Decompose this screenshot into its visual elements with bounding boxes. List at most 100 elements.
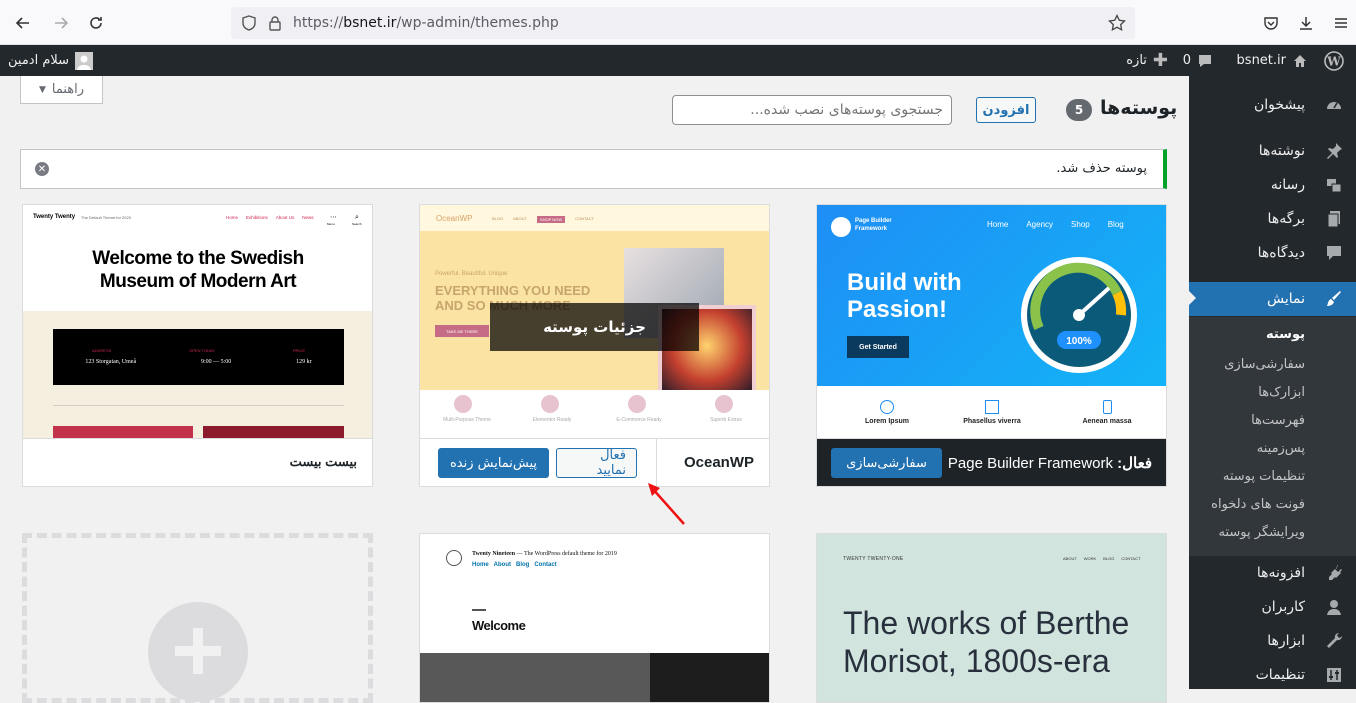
pages-icon [1324,209,1344,229]
comments-link[interactable]: 0 [1183,45,1213,76]
tools-icon [1324,631,1344,651]
theme-screenshot: OceanWP BLOG ABOUT SHOP NOW CONTACT Powe… [420,205,769,438]
comment-bubble-icon [1199,54,1211,67]
address-bar[interactable]: https://bsnet.ir/wp-admin/themes.php [231,7,1135,39]
menu-users[interactable]: کاربران [1189,590,1356,624]
forward-icon[interactable] [48,10,74,36]
ocean-tagline: Powerful. Beautiful. Unique [435,271,508,277]
wordpress-logo-icon [446,550,462,566]
theme-search-input[interactable] [672,95,952,125]
t19-nav-item: Blog [516,562,530,568]
lock-icon[interactable] [265,13,285,33]
add-new-theme-card[interactable] [22,533,373,703]
my-account-link[interactable]: سلام ادمین [8,45,94,76]
browser-toolbar: https://bsnet.ir/wp-admin/themes.php [0,0,1356,45]
ocean-nav-item: BLOG [492,216,504,221]
t21-nav-item: WORK [1083,556,1097,561]
hamburger-menu-icon[interactable] [1328,10,1354,36]
tt-menu-icon: ⋯ [330,213,337,221]
menu-pages[interactable]: برگه‌ها [1189,202,1356,236]
theme-details-overlay[interactable]: جزئیات پوسته [490,303,699,351]
submenu-themes[interactable]: پوسته [1266,327,1305,342]
menu-media[interactable]: رسانه [1189,168,1356,202]
comments-count: 0 [1182,53,1191,68]
pbf-cta-button: Get Started [847,336,909,358]
site-name: bsnet.ir [1236,53,1286,68]
ocean-feature-label: E-Commerce Ready [616,417,662,423]
activate-button[interactable]: فعال نمایید [556,448,637,478]
success-notice: پوسته حذف شد. ✕ [20,149,1167,189]
media-icon [1324,175,1344,195]
url-text: https://bsnet.ir/wp-admin/themes.php [293,15,559,31]
active-prefix: فعال: [1117,455,1152,472]
tt-nav-item: Home [226,215,239,220]
theme-card-twentynineteen[interactable]: Twenty Nineteen — The WordPress default … [419,533,770,703]
ocean-features: Multi-Purpose Theme Elementor Ready E-Co… [420,390,769,438]
help-tab-button[interactable]: راهنما ▼ [20,76,103,104]
annotation-arrow-icon [648,483,685,525]
menu-label: برگه‌ها [1267,211,1305,227]
theme-card-twentytwenty[interactable]: Twenty Twenty The Default Theme for 2020… [22,204,373,487]
pbf-headline: Build with Passion! [847,269,962,323]
submenu-menus[interactable]: فهرست‌ها [1251,413,1305,428]
menu-appearance[interactable]: نمایش [1189,282,1356,316]
menu-settings[interactable]: تنظیمات [1189,658,1356,692]
submenu-widgets[interactable]: ابزارک‌ها [1258,385,1305,400]
customize-button[interactable]: سفارشی‌سازی [831,448,942,478]
submenu-custom-fonts[interactable]: فونت های دلخواه [1211,497,1305,512]
t21-brand: TWENTY TWENTY-ONE [843,556,904,562]
submenu-theme-editor[interactable]: ویرایشگر پوسته [1219,525,1306,540]
back-icon[interactable] [10,10,36,36]
pbf-feature: Lorem Ipsum [857,400,917,425]
users-icon [1324,597,1344,617]
bookmark-star-icon[interactable] [1107,13,1127,33]
current-menu-arrow [1188,290,1196,306]
menu-posts[interactable]: نوشته‌ها [1189,134,1356,168]
t19-nav-item: Contact [534,562,557,568]
theme-name: بیست بیست [289,454,357,469]
submenu-customize[interactable]: سفارشی‌سازی [1224,357,1305,372]
t19-nav-item: About [493,562,511,568]
theme-screenshot: Twenty Nineteen — The WordPress default … [420,534,769,702]
submenu-theme-settings[interactable]: تنظیمات پوسته [1223,469,1305,484]
pocket-icon[interactable] [1258,10,1284,36]
feature-label: Aenean massa [1082,418,1132,425]
pbf-nav-item: Home [987,220,1009,229]
tt-menu-label: Menu [327,222,335,226]
menu-label: نمایش [1266,291,1305,307]
submenu-background[interactable]: پس‌زمینه [1257,441,1305,456]
new-content-link[interactable]: ✚ تازه [1126,45,1168,76]
gauge-label: 100% [1066,336,1092,347]
dismiss-icon[interactable]: ✕ [35,162,49,176]
ocean-nav-item: CONTACT [575,216,595,221]
t21-nav-item: ABOUT [1063,556,1077,561]
theme-card-oceanwp[interactable]: OceanWP BLOG ABOUT SHOP NOW CONTACT Powe… [419,204,770,487]
menu-dashboard[interactable]: پیشخوان [1189,88,1356,122]
theme-name: فعال: Page Builder Framework [948,454,1152,472]
tt-info-label: OPEN TODAY [189,348,215,353]
ocean-feature-icon [454,395,472,413]
theme-card-active[interactable]: Page Builder Framework Home Agency Shop … [816,204,1167,487]
shield-icon[interactable] [239,13,259,33]
live-preview-button[interactable]: پیش‌نمایش زنده [438,448,549,478]
wp-admin-bar: W bsnet.ir 0 ✚ تازه سلام ادمین [0,45,1356,76]
menu-tools[interactable]: ابزارها [1189,624,1356,658]
menu-comments[interactable]: دیدگاه‌ها [1189,236,1356,270]
home-icon [1294,54,1306,67]
theme-card-twentytwentyone[interactable]: TWENTY TWENTY-ONE ABOUT WORK BLOG CONTAC… [816,533,1167,703]
wordpress-logo-icon[interactable]: W [1324,45,1344,76]
pbf-headline-line: Build with [847,269,962,296]
feature-label: Lorem Ipsum [865,418,909,425]
reload-icon[interactable] [83,10,109,36]
ocean-feature-label: Elementor Ready [532,417,572,423]
site-name-link[interactable]: bsnet.ir [1237,45,1308,76]
avatar [75,51,94,70]
pbf-features: Lorem Ipsum Phasellus viverra Aenean mas… [817,386,1166,438]
menu-plugins[interactable]: افزونه‌ها [1189,556,1356,590]
svg-text:W: W [1326,54,1341,68]
pbf-headline-line: Passion! [847,296,948,323]
notice-text: پوسته حذف شد. [1056,161,1147,176]
downloads-icon[interactable] [1293,10,1319,36]
add-theme-button[interactable]: افزودن [976,97,1036,123]
menu-label: ابزارها [1267,633,1305,649]
